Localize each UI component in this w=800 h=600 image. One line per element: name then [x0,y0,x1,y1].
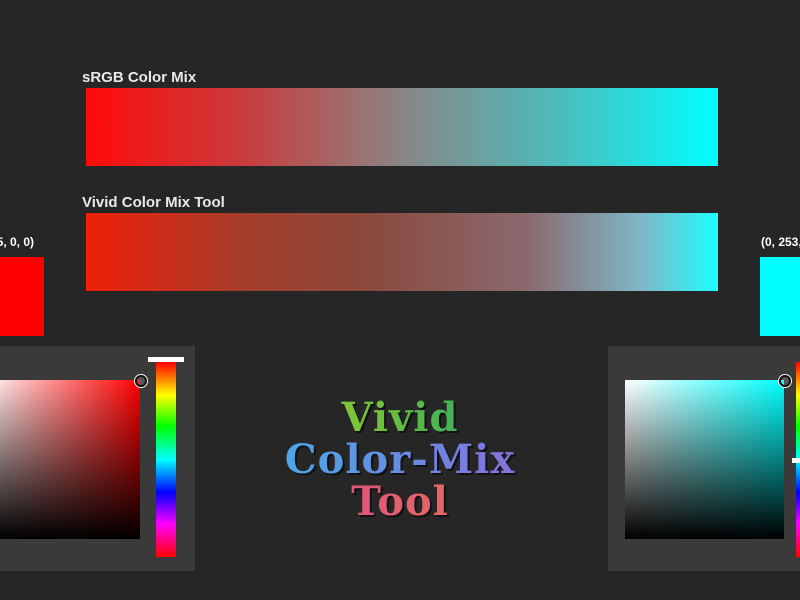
right-sv-handle-icon[interactable] [779,375,791,387]
left-hue-slider[interactable] [156,362,176,557]
left-sv-handle-icon[interactable] [135,375,147,387]
left-saturation-value-picker[interactable] [0,380,140,539]
left-color-swatch [0,257,44,336]
right-color-readout: (0, 253, 255) [761,235,800,249]
srgb-mix-gradient [86,88,718,166]
left-hue-handle-icon[interactable] [148,357,184,362]
right-saturation-value-picker[interactable] [625,380,784,539]
srgb-mix-label: sRGB Color Mix [82,69,197,86]
right-hue-handle-icon[interactable] [792,458,800,463]
right-color-swatch [760,257,800,336]
left-color-readout: (255, 0, 0) [0,235,34,249]
vivid-mix-label: Vivid Color Mix Tool [82,194,225,211]
color-mix-app: sRGB Color Mix Vivid Color Mix Tool (255… [0,0,800,600]
vivid-mix-gradient [86,213,718,291]
